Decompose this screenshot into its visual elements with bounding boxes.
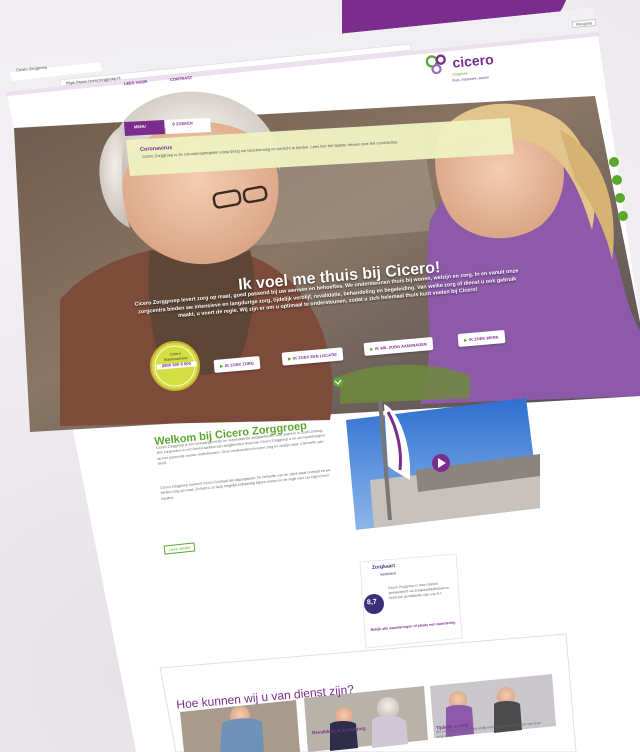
search-icon: ⚲: [171, 121, 176, 127]
play-arrow-icon: ▶: [287, 355, 292, 362]
logo-mark-icon: [425, 54, 446, 75]
find-care-label: IK ZOEK ZORG: [224, 360, 255, 369]
welcome-video[interactable]: [346, 398, 540, 530]
find-work-label: IK ZOEK WERK: [468, 334, 499, 343]
scroll-down-icon[interactable]: [333, 377, 343, 387]
speaker-icon: [618, 211, 628, 221]
tilted-monitor-screen: [2, 8, 640, 752]
request-care-label: IK WIL ZORG AANVRAGEN: [374, 341, 427, 352]
rating-score: 8,7: [366, 598, 378, 607]
play-arrow-icon: ▶: [463, 337, 468, 343]
menu-label[interactable]: MENU: [134, 124, 146, 130]
play-arrow-icon: ▶: [369, 346, 374, 352]
home-icon: [609, 157, 619, 167]
text-size-icon: [615, 193, 625, 203]
logo-name: cicero: [451, 51, 495, 71]
find-location-label: IK ZOEK EEN LOCATIE: [292, 351, 338, 361]
share-icon: [612, 175, 622, 185]
play-arrow-icon: ▶: [219, 363, 224, 369]
